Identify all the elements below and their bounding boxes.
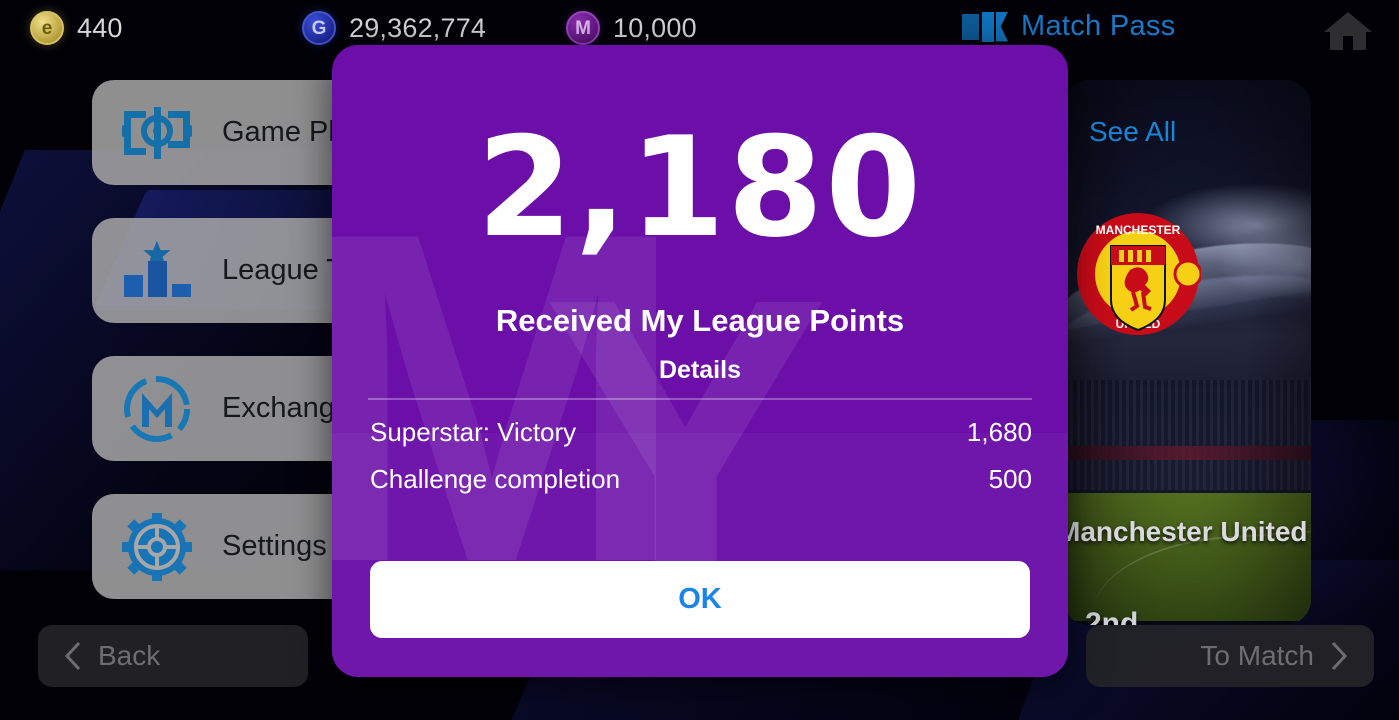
club-name-label: Manchester United FC — [1063, 516, 1311, 547]
efootball-coin-icon: e — [30, 11, 64, 45]
manchester-united-crest-icon: MANCHESTER UNITED — [1075, 208, 1203, 340]
gp-coin-icon: G — [302, 11, 336, 45]
detail-row: Superstar: Victory 1,680 — [370, 409, 1032, 456]
currency-value: 10,000 — [613, 12, 697, 43]
myclub-coin-icon: M — [566, 11, 600, 45]
currency-value: 440 — [77, 12, 123, 43]
home-button[interactable] — [1322, 8, 1374, 52]
club-card[interactable]: See All MANCHESTER UNITED Manchester Uni… — [1063, 80, 1311, 625]
chevron-right-icon — [1328, 640, 1348, 672]
points-amount: 2,180 — [476, 107, 924, 268]
ok-button[interactable]: OK — [370, 561, 1030, 638]
to-match-button[interactable]: To Match — [1086, 625, 1374, 687]
menu-item-label: Settings — [222, 530, 327, 562]
back-button[interactable]: Back — [38, 625, 308, 687]
currency-efootball-coin[interactable]: e 440 — [30, 11, 123, 45]
divider — [368, 398, 1032, 400]
league-points-dialog: M Y 2,180 Received My League Points Deta… — [332, 45, 1068, 677]
currency-value: 29,362,774 — [349, 12, 487, 43]
game-screen: e 440 G 29,362,774 M 10,000 Match Pass G… — [0, 0, 1399, 720]
game-plan-pitch-icon — [118, 97, 196, 169]
detail-value: 500 — [988, 464, 1032, 494]
detail-label: Challenge completion — [370, 464, 621, 494]
settings-gear-icon — [118, 511, 196, 583]
dialog-title: Received My League Points — [495, 303, 905, 338]
currency-myclub-coin[interactable]: M 10,000 — [566, 11, 697, 45]
club-rank-badge: 2nd — [1085, 607, 1139, 625]
exchange-m-icon — [118, 373, 196, 445]
match-pass-button[interactable]: Match Pass — [962, 10, 1176, 43]
details-heading: Details — [659, 356, 741, 384]
home-icon — [1324, 12, 1372, 50]
svg-text:MANCHESTER: MANCHESTER — [1096, 223, 1181, 237]
details-list: Superstar: Victory 1,680 Challenge compl… — [370, 409, 1032, 503]
detail-row: Challenge completion 500 — [370, 456, 1032, 503]
to-match-label: To Match — [1200, 640, 1314, 671]
detail-label: Superstar: Victory — [370, 417, 577, 447]
back-label: Back — [98, 640, 161, 671]
match-pass-label: Match Pass — [1021, 10, 1176, 42]
see-all-link[interactable]: See All — [1089, 116, 1176, 148]
currency-gp[interactable]: G 29,362,774 — [302, 11, 486, 45]
match-pass-ticket-icon — [962, 11, 1008, 42]
league-table-chart-icon — [118, 235, 196, 307]
chevron-left-icon — [64, 640, 84, 672]
detail-value: 1,680 — [966, 417, 1032, 447]
